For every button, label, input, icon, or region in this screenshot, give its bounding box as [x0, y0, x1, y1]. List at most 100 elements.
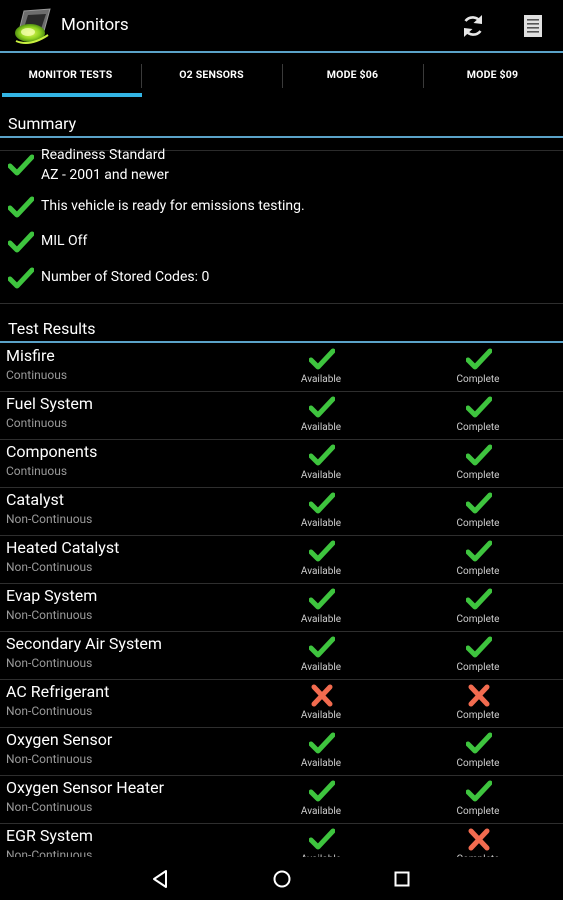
check-mark-icon	[309, 780, 335, 802]
tab-mode-09[interactable]: MODE $09	[422, 53, 563, 99]
check-mark-icon	[8, 196, 34, 218]
test-results-list[interactable]: Misfire Continuous Available Complete Fuel S…	[0, 345, 563, 857]
test-type: Non-Continuous	[6, 848, 93, 857]
summary-text: AZ - 2001 and newer	[41, 167, 169, 183]
check-mark-icon	[466, 780, 492, 802]
home-circle-icon[interactable]	[270, 867, 294, 891]
complete-status: Complete	[438, 492, 518, 536]
complete-status: Complete	[438, 684, 518, 728]
test-name: Evap System	[6, 586, 98, 605]
available-status: Available	[281, 828, 361, 857]
summary-text: Number of Stored Codes: 0	[41, 269, 210, 285]
check-mark-icon	[309, 540, 335, 562]
test-type: Continuous	[6, 416, 68, 430]
recents-square-icon[interactable]	[390, 867, 414, 891]
check-mark-icon	[466, 588, 492, 610]
summary-header: Summary	[0, 112, 563, 138]
test-type: Non-Continuous	[6, 752, 93, 766]
available-label: Available	[300, 758, 342, 769]
test-row[interactable]: Heated Catalyst Non-Continuous Available Co…	[0, 536, 563, 584]
check-mark-icon	[309, 396, 335, 418]
complete-status: Complete	[438, 828, 518, 857]
summary-text: This vehicle is ready for emissions test…	[41, 198, 305, 214]
complete-label: Complete	[456, 806, 500, 817]
test-row[interactable]: Fuel System Continuous Available Complete	[0, 392, 563, 440]
available-status: Available	[281, 780, 361, 824]
complete-status: Complete	[438, 444, 518, 488]
summary-header-rule	[0, 136, 563, 138]
test-row[interactable]: AC Refrigerant Non-Continuous Available Com…	[0, 680, 563, 728]
tab-bar: MONITOR TESTS O2 SENSORS MODE $06 MODE $…	[0, 53, 563, 151]
test-results-title: Test Results	[8, 319, 96, 338]
complete-label: Complete	[456, 614, 500, 625]
complete-status: Complete	[438, 588, 518, 632]
summary-text: MIL Off	[41, 233, 88, 249]
test-row[interactable]: Secondary Air System Non-Continuous Availa…	[0, 632, 563, 680]
document-menu-icon[interactable]	[518, 11, 548, 41]
check-mark-icon	[309, 444, 335, 466]
available-label: Available	[300, 806, 342, 817]
selected-tab-indicator	[2, 93, 142, 97]
complete-label: Complete	[456, 710, 500, 721]
test-type: Non-Continuous	[6, 560, 93, 574]
test-type: Continuous	[6, 464, 68, 478]
refresh-icon[interactable]	[458, 11, 488, 41]
test-name: Components	[6, 442, 98, 461]
check-mark-icon	[466, 444, 492, 466]
summary-text: Readiness Standard	[41, 147, 166, 163]
cross-mark-icon	[468, 828, 490, 851]
check-mark-icon	[309, 828, 335, 850]
test-results-header-rule	[0, 341, 563, 343]
check-mark-icon	[309, 636, 335, 658]
check-mark-icon	[8, 267, 34, 289]
complete-status: Complete	[438, 732, 518, 776]
complete-label: Complete	[456, 518, 500, 529]
test-row[interactable]: Evap System Non-Continuous Available Comple…	[0, 584, 563, 632]
test-name: Fuel System	[6, 394, 93, 413]
test-name: Oxygen Sensor Heater	[6, 778, 165, 797]
summary-divider	[0, 303, 563, 304]
complete-label: Complete	[456, 662, 500, 673]
available-label: Available	[300, 710, 342, 721]
test-type: Non-Continuous	[6, 512, 93, 526]
complete-status: Complete	[438, 780, 518, 824]
complete-status: Complete	[438, 540, 518, 584]
back-triangle-icon[interactable]	[149, 867, 173, 891]
cross-mark-icon	[468, 684, 490, 707]
test-row[interactable]: Oxygen Sensor Heater Non-Continuous Availa…	[0, 776, 563, 824]
cross-mark-icon	[311, 684, 333, 707]
test-name: AC Refrigerant	[6, 682, 110, 701]
app-title: Monitors	[61, 15, 129, 35]
test-type: Continuous	[6, 368, 68, 382]
complete-label: Complete	[456, 470, 500, 481]
test-name: Secondary Air System	[6, 634, 162, 653]
test-row[interactable]: Components Continuous Available Complete	[0, 440, 563, 488]
test-row[interactable]: Catalyst Non-Continuous Available Complete	[0, 488, 563, 536]
check-mark-icon	[8, 154, 34, 176]
test-row[interactable]: EGR System Non-Continuous Available Complet…	[0, 824, 563, 857]
test-name: Catalyst	[6, 490, 65, 509]
tab-o2-sensors[interactable]: O2 SENSORS	[141, 53, 282, 99]
obd-car-logo-icon	[15, 8, 51, 44]
action-bar: Monitors	[0, 0, 563, 53]
available-status: Available	[281, 588, 361, 632]
complete-label: Complete	[456, 758, 500, 769]
tab-mode-06[interactable]: MODE $06	[282, 53, 423, 99]
test-results-header: Test Results	[0, 317, 563, 343]
available-status: Available	[281, 636, 361, 680]
available-status: Available	[281, 684, 361, 728]
available-label: Available	[300, 566, 342, 577]
test-name: Misfire	[6, 346, 55, 365]
test-type: Non-Continuous	[6, 656, 93, 670]
check-mark-icon	[466, 492, 492, 514]
test-row[interactable]: Oxygen Sensor Non-Continuous Available Comp…	[0, 728, 563, 776]
check-mark-icon	[466, 732, 492, 754]
test-type: Non-Continuous	[6, 704, 93, 718]
test-row[interactable]: Misfire Continuous Available Complete	[0, 345, 563, 392]
complete-label: Complete	[456, 566, 500, 577]
test-type: Non-Continuous	[6, 608, 93, 622]
available-status: Available	[281, 540, 361, 584]
summary-title: Summary	[8, 114, 77, 133]
complete-label: Complete	[456, 422, 500, 433]
check-mark-icon	[309, 588, 335, 610]
